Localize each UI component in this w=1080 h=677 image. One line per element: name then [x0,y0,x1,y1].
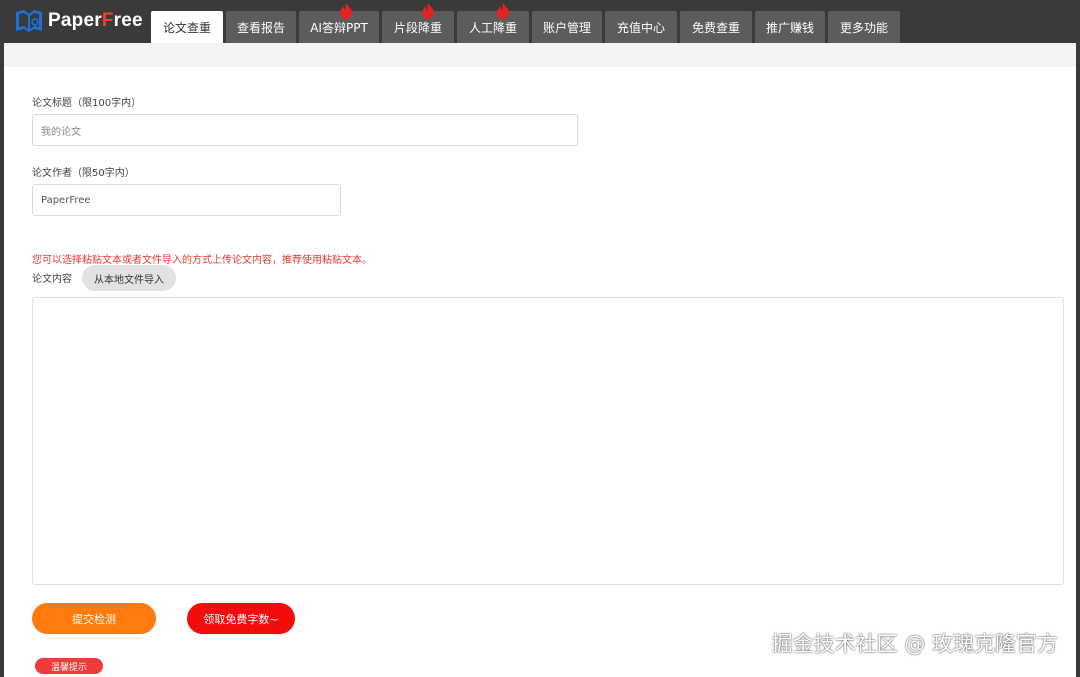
tab-segment-reduce[interactable]: 片段降重 [382,3,454,43]
tab-recharge[interactable]: 充值中心 [605,11,677,43]
upload-tip: 您可以选择粘贴文本或者文件导入的方式上传论文内容，推荐使用粘贴文本。 [32,255,372,266]
author-input[interactable]: PaperFree [32,184,341,216]
tab-account[interactable]: 账户管理 [532,11,602,43]
main-tabs: 论文查重 查看报告 AI答辩PPT 片段降重 人工降重 账户管理 充值中心 免费… [151,3,903,43]
title-placeholder: 我的论文 [41,126,81,138]
tab-free-check[interactable]: 免费查重 [680,11,752,43]
fire-hot-icon [497,3,509,19]
title-label: 论文标题（限100字内） [32,98,142,109]
content-textarea[interactable] [32,297,1064,585]
brand-logo[interactable]: PaperFree [14,7,143,35]
import-file-button[interactable]: 从本地文件导入 [82,265,176,291]
main-content: 论文标题（限100字内） 我的论文 论文作者（限50字内） PaperFree … [4,43,1076,677]
tab-referral[interactable]: 推广赚钱 [755,11,825,43]
tab-paper-check[interactable]: 论文查重 [151,11,223,43]
tab-manual-reduce[interactable]: 人工降重 [457,3,529,43]
watermark-text: 掘金技术社区 @ 玫瑰克隆官方 [771,632,1058,656]
fire-hot-icon [340,3,352,19]
notice-badge: 温馨提示 [35,658,103,674]
content-label: 论文内容 [32,274,72,285]
tab-ai-defense-ppt[interactable]: AI答辩PPT [299,3,379,43]
author-label: 论文作者（限50字内） [32,168,135,179]
title-input[interactable]: 我的论文 [32,114,578,146]
window-frame-right [1076,0,1080,677]
fire-hot-icon [422,3,434,19]
brand-name: PaperFree [48,10,143,31]
content-header-band [4,43,1076,67]
author-value: PaperFree [41,194,91,206]
tab-view-report[interactable]: 查看报告 [226,11,296,43]
free-words-button[interactable]: 领取免费字数~ [187,603,295,634]
book-logo-icon [16,10,42,32]
tab-more[interactable]: 更多功能 [828,11,900,43]
submit-check-button[interactable]: 提交检测 [32,603,156,634]
